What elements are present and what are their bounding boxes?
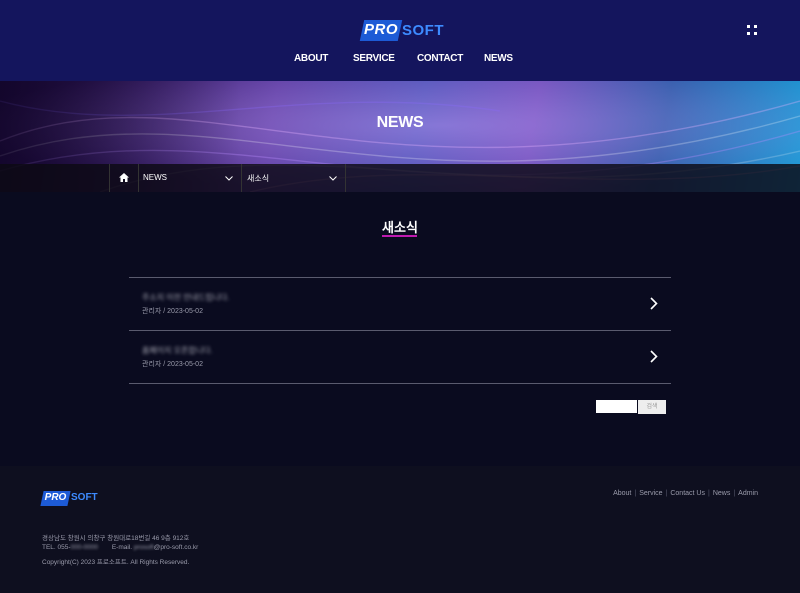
footer-link-contact[interactable]: Contact Us — [670, 490, 705, 497]
post-meta: 관리자 / 2023-05-02 — [142, 361, 203, 368]
divider: | — [665, 490, 668, 497]
footer-address: 경상남도 창원시 의창구 창원대로18번길 46 9층 912호 — [42, 535, 190, 542]
breadcrumb-select-menu2[interactable]: 새소식 — [242, 164, 346, 192]
post-meta: 관리자 / 2023-05-02 — [142, 308, 203, 315]
logo-pro-text: PRO — [44, 492, 67, 503]
search-input[interactable] — [596, 400, 637, 413]
breadcrumb-select-menu1[interactable]: NEWS — [138, 164, 242, 192]
main-content: 새소식 주소지 이전 안내드립니다. 관리자 / 2023-05-02 홈페이지… — [0, 192, 800, 466]
divider: | — [634, 490, 637, 497]
site-logo[interactable]: PRO SOFT — [359, 19, 444, 43]
nav-item-contact[interactable]: CONTACT — [417, 53, 463, 64]
footer-email-redacted: prosoft — [133, 544, 154, 551]
menu-grid-icon[interactable] — [746, 23, 758, 35]
footer-copyright: Copyright(C) 2023 프로소프트. All Rights Rese… — [42, 559, 190, 566]
chevron-right-icon[interactable] — [650, 297, 658, 310]
title-underline — [382, 235, 417, 237]
footer-tel-label: TEL. 055- — [42, 544, 71, 551]
breadcrumb-home[interactable] — [109, 164, 139, 192]
nav-item-about[interactable]: ABOUT — [294, 53, 328, 64]
footer-link-about[interactable]: About — [613, 490, 631, 497]
footer-email-domain: @pro-soft.co.kr — [153, 544, 199, 551]
nav-item-news[interactable]: NEWS — [484, 53, 513, 64]
site-header: PRO SOFT ABOUT SERVICE CONTACT NEWS — [0, 0, 800, 81]
divider: | — [733, 490, 736, 497]
search-button[interactable]: 검색 — [638, 400, 666, 414]
footer-tel-redacted: 000-0000 — [70, 544, 99, 551]
footer-links: About | Service | Contact Us | News | Admin — [613, 490, 758, 497]
chevron-down-icon — [329, 176, 337, 181]
footer-email-label: E-mail. — [111, 544, 133, 551]
post-list: 주소지 이전 안내드립니다. 관리자 / 2023-05-02 홈페이지 오픈합… — [129, 277, 671, 384]
nav-item-service[interactable]: SERVICE — [353, 53, 395, 64]
logo-soft-text: SOFT — [402, 22, 444, 39]
footer-logo[interactable]: PRO SOFT — [40, 491, 102, 509]
footer-link-service[interactable]: Service — [639, 490, 662, 497]
site-footer: PRO SOFT About | Service | Contact Us | News | A… — [0, 466, 800, 593]
footer-link-admin[interactable]: Admin — [738, 490, 758, 497]
list-item[interactable]: 주소지 이전 안내드립니다. 관리자 / 2023-05-02 — [129, 277, 671, 330]
chevron-down-icon — [225, 176, 233, 181]
divider: | — [707, 490, 710, 497]
main-nav: ABOUT SERVICE CONTACT NEWS — [0, 53, 800, 67]
logo-soft-text: SOFT — [71, 492, 98, 503]
breadcrumb: NEWS 새소식 — [0, 164, 800, 192]
post-title[interactable]: 홈페이지 오픈합니다. — [142, 345, 213, 356]
home-icon — [119, 173, 129, 182]
footer-contact: TEL. 055-000-0000 E-mail. prosoft@pro-so… — [42, 544, 198, 551]
breadcrumb-label: NEWS — [143, 173, 167, 182]
breadcrumb-label: 새소식 — [247, 174, 270, 183]
list-item[interactable]: 홈페이지 오픈합니다. 관리자 / 2023-05-02 — [129, 330, 671, 384]
hero-title: NEWS — [376, 114, 424, 131]
post-title[interactable]: 주소지 이전 안내드립니다. — [142, 292, 230, 303]
logo-pro-text: PRO — [363, 21, 398, 38]
footer-link-news[interactable]: News — [713, 490, 731, 497]
chevron-right-icon[interactable] — [650, 350, 658, 363]
page-title: 새소식 — [382, 220, 418, 235]
